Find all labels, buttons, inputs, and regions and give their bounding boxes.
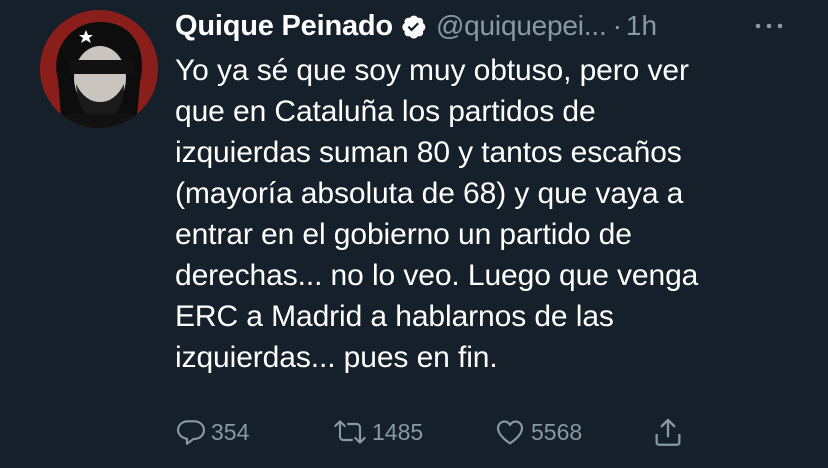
tweet-text-line: ERC a Madrid a hablarnos de las — [175, 300, 614, 333]
like-button[interactable]: 5568 — [493, 412, 582, 452]
more-options-icon[interactable] — [752, 12, 786, 40]
reply-icon — [175, 416, 207, 448]
tweet-text-line: derechas... no lo veo. Luego que venga — [175, 259, 699, 292]
like-count: 5568 — [531, 418, 583, 445]
share-icon — [651, 415, 685, 449]
retweet-count: 1485 — [372, 418, 424, 445]
retweet-icon — [332, 416, 368, 448]
verified-badge-icon — [400, 13, 427, 40]
timestamp[interactable]: 1h — [626, 10, 657, 42]
share-button[interactable] — [651, 412, 685, 452]
tweet-header: Quique Peinado @quiquepei... · 1h — [175, 6, 657, 46]
avatar-image — [40, 10, 158, 128]
tweet-text-line: (mayoría absoluta de 68) y que vaya a — [175, 177, 684, 210]
tweet-text-line: izquierdas... pues en fin. — [175, 341, 498, 374]
tweet-text-line: izquierdas suman 80 y tantos escaños — [175, 136, 682, 169]
separator-dot: · — [612, 10, 622, 41]
reply-button[interactable]: 354 — [175, 412, 249, 452]
action-bar: 354 1485 5568 — [175, 412, 695, 452]
avatar[interactable] — [40, 10, 158, 128]
tweet[interactable]: Quique Peinado @quiquepei... · 1h Yo ya … — [0, 0, 828, 468]
user-handle[interactable]: @quiquepei... — [436, 10, 607, 42]
heart-icon — [493, 416, 527, 448]
retweet-button[interactable]: 1485 — [332, 412, 423, 452]
tweet-text-line: entrar en el gobierno un partido de — [175, 218, 632, 251]
tweet-text-line: Yo ya sé que soy muy obtuso, pero ver — [175, 54, 689, 87]
tweet-text: Yo ya sé que soy muy obtuso, pero ver qu… — [175, 50, 815, 378]
reply-count: 354 — [211, 418, 250, 445]
tweet-text-line: que en Cataluña los partidos de — [175, 95, 596, 128]
display-name[interactable]: Quique Peinado — [175, 10, 393, 43]
